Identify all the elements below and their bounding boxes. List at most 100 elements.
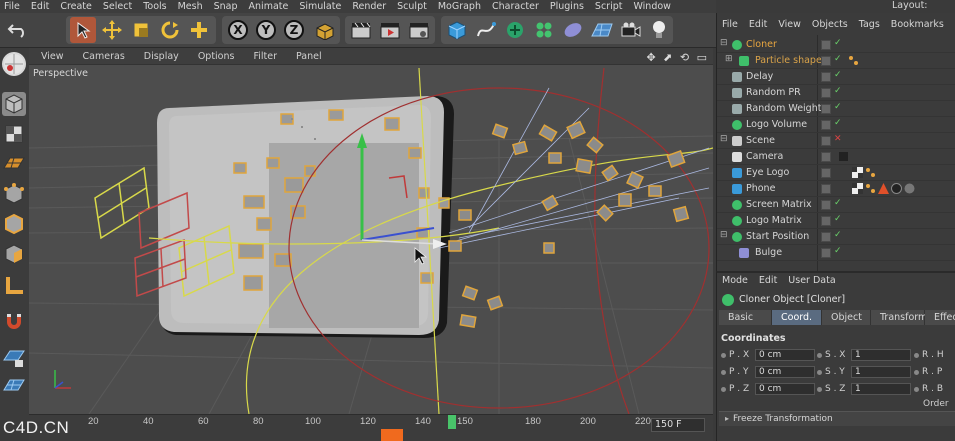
animate-dot[interactable]: [817, 353, 822, 358]
enabled-check-icon[interactable]: ✓: [834, 54, 842, 64]
workplane-mode-button[interactable]: [2, 152, 26, 176]
menu-edit[interactable]: Edit: [27, 0, 56, 13]
object-row-logo-volume[interactable]: Logo Volume ✓: [717, 117, 955, 133]
playhead-handle[interactable]: [381, 429, 403, 441]
scale-tool-button[interactable]: [128, 17, 154, 43]
object-row-eye-logo[interactable]: Eye Logo: [717, 165, 955, 181]
animate-dot[interactable]: [721, 387, 726, 392]
field-sy[interactable]: 1: [851, 366, 911, 378]
object-row-start-position[interactable]: ⊟ Start Position ✓: [717, 229, 955, 245]
menu-select[interactable]: Select: [99, 0, 139, 13]
axis-x-button[interactable]: X: [225, 17, 251, 43]
edges-mode-button[interactable]: [2, 212, 26, 236]
expand-toggle-icon[interactable]: ⊞: [725, 54, 733, 64]
recent-tool-button[interactable]: [186, 17, 212, 43]
tab-transform[interactable]: Transform: [871, 310, 927, 325]
texture-tag-icon[interactable]: [852, 167, 863, 178]
polygons-mode-button[interactable]: [2, 242, 26, 266]
layer-checkbox[interactable]: [821, 40, 831, 50]
field-pz[interactable]: 0 cm: [755, 383, 815, 395]
object-row-delay[interactable]: Delay ✓: [717, 69, 955, 85]
layout-label[interactable]: Layout:: [892, 0, 928, 11]
layer-checkbox[interactable]: [821, 72, 831, 82]
perspective-viewport[interactable]: View Cameras Display Options Filter Pane…: [29, 48, 713, 414]
layer-checkbox[interactable]: [821, 200, 831, 210]
points-mode-button[interactable]: [2, 182, 26, 206]
material-ball-icon[interactable]: [904, 183, 915, 194]
coordinate-system-button[interactable]: [311, 17, 337, 43]
layer-checkbox[interactable]: [821, 216, 831, 226]
menu-sculpt[interactable]: Sculpt: [393, 0, 434, 13]
layer-checkbox[interactable]: [821, 152, 831, 162]
enabled-check-icon[interactable]: ✓: [834, 214, 842, 224]
menu-mesh[interactable]: Mesh: [174, 0, 210, 13]
menu-mograph[interactable]: MoGraph: [434, 0, 488, 13]
menu-tools[interactable]: Tools: [139, 0, 173, 13]
layer-checkbox[interactable]: [821, 248, 831, 258]
layer-checkbox[interactable]: [821, 136, 831, 146]
axis-z-button[interactable]: Z: [281, 17, 307, 43]
viewport-menu-panel[interactable]: Panel: [284, 51, 329, 62]
axis-y-button[interactable]: Y: [253, 17, 279, 43]
object-row-random-pr[interactable]: Random PR ✓: [717, 85, 955, 101]
layer-checkbox[interactable]: [821, 120, 831, 130]
viewport-navigation-icons[interactable]: ✥ ⬈ ⟲ ▭: [646, 51, 709, 64]
viewport-menu-cameras[interactable]: Cameras: [71, 51, 132, 62]
add-camera-button[interactable]: [618, 17, 644, 43]
freeze-transformation-group[interactable]: ▸ Freeze Transformation: [719, 411, 955, 426]
field-sz[interactable]: 1: [851, 383, 911, 395]
selection-tag-icon[interactable]: [865, 167, 876, 178]
undo-button[interactable]: [4, 17, 32, 43]
workplane-lock-button[interactable]: [2, 346, 26, 370]
add-cube-button[interactable]: [444, 17, 470, 43]
layer-checkbox[interactable]: [821, 56, 831, 66]
live-selection-button[interactable]: [70, 17, 96, 43]
enabled-check-icon[interactable]: ✓: [834, 230, 842, 240]
om-menu-edit[interactable]: Edit: [744, 19, 773, 30]
object-row-camera[interactable]: Camera: [717, 149, 955, 165]
collapse-toggle-icon[interactable]: ⊟: [720, 230, 728, 240]
layer-checkbox[interactable]: [821, 104, 831, 114]
om-menu-view[interactable]: View: [773, 19, 807, 30]
selection-tag-icon[interactable]: [865, 183, 876, 194]
end-frame-field[interactable]: 150 F: [651, 418, 705, 432]
add-floor-button[interactable]: [589, 17, 615, 43]
animate-dot[interactable]: [914, 387, 919, 392]
animate-dot[interactable]: [817, 370, 822, 375]
viewport-menu-view[interactable]: View: [29, 51, 71, 62]
menu-character[interactable]: Character: [488, 0, 546, 13]
object-row-logo-matrix[interactable]: Logo Matrix ✓: [717, 213, 955, 229]
enabled-check-icon[interactable]: ✓: [834, 70, 842, 80]
planar-workplane-button[interactable]: [2, 374, 26, 398]
om-menu-tags[interactable]: Tags: [854, 19, 886, 30]
menu-script[interactable]: Script: [591, 0, 630, 13]
enabled-check-icon[interactable]: ✓: [834, 246, 842, 256]
object-row-bulge[interactable]: Bulge ✓: [717, 245, 955, 261]
render-picture-viewer-button[interactable]: [377, 17, 403, 43]
model-mode-button[interactable]: [2, 92, 26, 116]
material-ball-icon[interactable]: [891, 183, 902, 194]
tab-coord[interactable]: Coord.: [772, 310, 822, 325]
menu-file[interactable]: File: [0, 0, 27, 13]
field-px[interactable]: 0 cm: [755, 349, 815, 361]
enabled-check-icon[interactable]: ✓: [834, 86, 842, 96]
am-menu-mode[interactable]: Mode: [717, 275, 754, 286]
snap-button[interactable]: [2, 310, 26, 334]
animate-dot[interactable]: [914, 370, 919, 375]
add-generator-button[interactable]: [502, 17, 528, 43]
add-mograph-button[interactable]: [531, 17, 557, 43]
add-deformer-button[interactable]: [560, 17, 586, 43]
object-row-cloner[interactable]: ⊟ Cloner ✓: [717, 37, 955, 53]
material-tag-icon[interactable]: [848, 55, 859, 66]
viewport-menu-display[interactable]: Display: [132, 51, 186, 62]
polygon-selection-tag-icon[interactable]: [878, 183, 889, 194]
om-menu-bookmarks[interactable]: Bookmarks: [886, 19, 950, 30]
move-tool-button[interactable]: [99, 17, 125, 43]
am-menu-edit[interactable]: Edit: [754, 275, 783, 286]
object-row-phone[interactable]: Phone: [717, 181, 955, 197]
field-sx[interactable]: 1: [851, 349, 911, 361]
om-menu-file[interactable]: File: [717, 19, 744, 30]
animate-dot[interactable]: [914, 353, 919, 358]
menu-simulate[interactable]: Simulate: [295, 0, 348, 13]
tab-basic[interactable]: Basic: [719, 310, 772, 325]
